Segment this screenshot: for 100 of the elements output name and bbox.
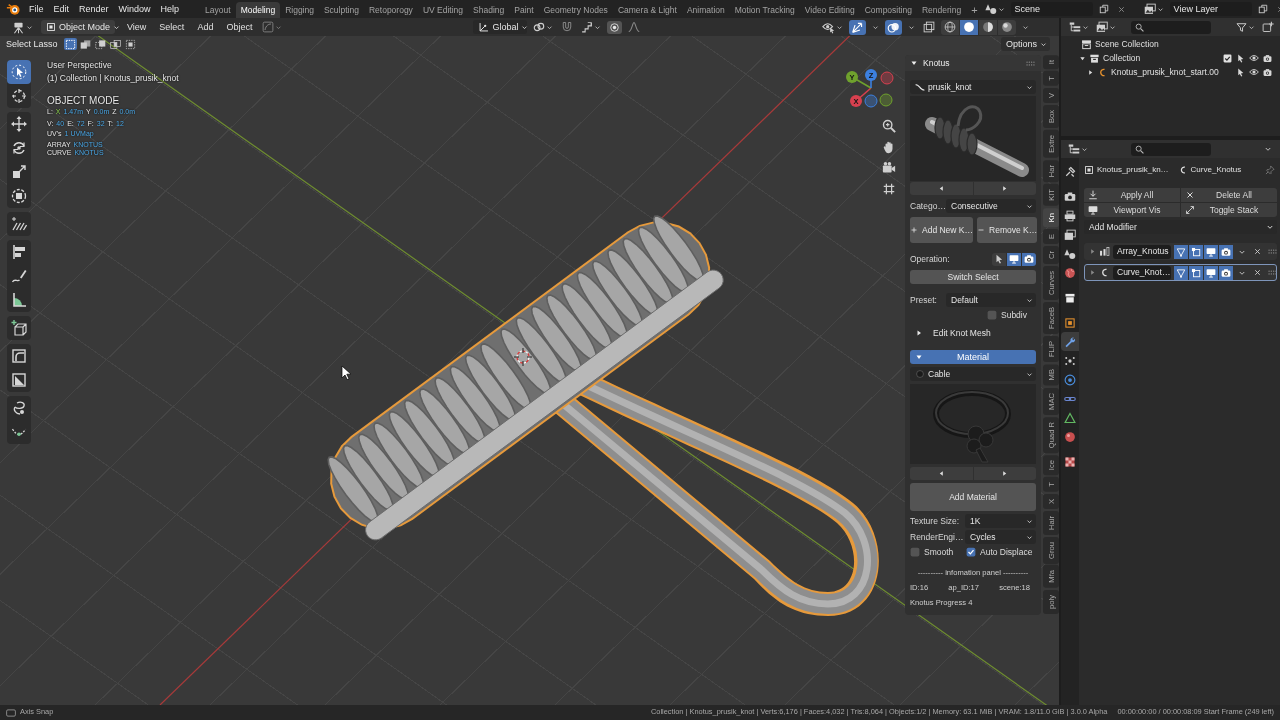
switch-select-button[interactable]: Switch Select: [910, 270, 1036, 284]
tool-button[interactable]: [7, 212, 31, 236]
subpanel-header[interactable]: Edit Knot Mesh: [910, 326, 1036, 341]
menu-item[interactable]: View: [122, 21, 152, 33]
workspace-tab[interactable]: Shading: [468, 1, 510, 18]
action-button[interactable]: Apply All: [1084, 188, 1180, 202]
checked-box-icon[interactable]: [1223, 53, 1232, 63]
operation-toggle[interactable]: [1007, 252, 1021, 266]
axis-button[interactable]: [879, 93, 893, 107]
menu-item[interactable]: Object: [221, 21, 258, 33]
select-mode-button[interactable]: [93, 38, 107, 50]
action-button[interactable]: Delete All: [1181, 188, 1277, 202]
modifier-name-field[interactable]: Array_Knotus: [1113, 244, 1171, 259]
select-mode-button[interactable]: [123, 38, 137, 50]
render-engine-dropdown[interactable]: Cycles: [965, 530, 1036, 545]
workspace-tab[interactable]: UV Editing: [417, 1, 469, 18]
shading-button[interactable]: [941, 19, 959, 35]
workspace-tab[interactable]: Camera & Light: [612, 1, 682, 18]
filter-button[interactable]: [1234, 20, 1257, 34]
select-mode-button[interactable]: [63, 38, 77, 50]
menu-item[interactable]: Select: [154, 21, 190, 33]
workspace-tab[interactable]: Rigging: [280, 1, 319, 18]
workspace-tab[interactable]: Motion Tracking: [729, 1, 800, 18]
action-button[interactable]: Viewport Vis: [1084, 203, 1180, 217]
workspace-tab[interactable]: Retoporogy: [363, 1, 418, 18]
gizmo-toggle[interactable]: [849, 19, 866, 35]
triangle-down-icon[interactable]: [1079, 54, 1086, 62]
menu-item[interactable]: Add: [192, 21, 219, 33]
subpanel-header[interactable]: Material: [910, 350, 1036, 365]
options-dropdown[interactable]: Options: [1000, 37, 1050, 51]
workspace-tab[interactable]: Animation: [681, 1, 730, 18]
ortho-toggle-button[interactable]: [881, 181, 897, 197]
modifier-name-field[interactable]: Curve_Knot…: [1113, 265, 1171, 280]
shading-button[interactable]: [960, 19, 978, 35]
proportional-toggle[interactable]: [607, 20, 623, 34]
operation-toggle[interactable]: [992, 252, 1006, 266]
modifier-toggle[interactable]: [1174, 265, 1188, 280]
modifier-toggle[interactable]: [1189, 265, 1203, 280]
modifier-toggle[interactable]: [1204, 265, 1218, 280]
tool-button[interactable]: [7, 60, 31, 84]
add-workspace-button[interactable]: +: [966, 2, 983, 18]
modifier-toggle[interactable]: [1189, 244, 1203, 259]
smooth-checkbox[interactable]: Smooth: [910, 547, 966, 558]
grip-dots-icon[interactable]: [1267, 267, 1278, 278]
search-field[interactable]: [1131, 20, 1211, 34]
menu-item[interactable]: Edit: [48, 3, 75, 15]
zoom-button[interactable]: [881, 118, 897, 134]
pin-button[interactable]: [1263, 164, 1277, 176]
category-dropdown[interactable]: Consecutive: [946, 199, 1036, 213]
material-dropdown[interactable]: Cable: [910, 367, 1036, 382]
filter-view-button[interactable]: [1094, 20, 1118, 34]
display-mode-button[interactable]: [1067, 20, 1091, 34]
camera-icon[interactable]: [1263, 67, 1272, 77]
tree-item[interactable]: Collection: [1103, 52, 1141, 64]
add-modifier-dropdown[interactable]: Add Modifier: [1084, 220, 1277, 234]
search-field[interactable]: [1131, 142, 1211, 156]
workspace-tab[interactable]: Geometry Nodes: [538, 1, 613, 18]
tool-button[interactable]: [7, 316, 31, 340]
workspace-tab[interactable]: Compositing: [859, 1, 917, 18]
add-knot-button[interactable]: Add New K…: [910, 217, 974, 243]
workspace-tab[interactable]: Modeling: [235, 1, 281, 18]
menu-item[interactable]: Help: [155, 3, 185, 15]
modifier-toggle[interactable]: [1219, 244, 1233, 259]
modifier-panel[interactable]: Curve_Knot…: [1084, 264, 1277, 281]
tree-item[interactable]: Scene Collection: [1095, 38, 1159, 50]
select-mode-button[interactable]: [108, 38, 122, 50]
workspace-tab[interactable]: Layout: [200, 1, 236, 18]
auto-displace-checkbox[interactable]: Auto Displace: [966, 547, 1033, 558]
scene-field[interactable]: Scene: [1010, 2, 1093, 16]
workspace-tab[interactable]: Video Editing: [799, 1, 860, 18]
select-mode-button[interactable]: [78, 38, 92, 50]
triangle-right-icon[interactable]: [1087, 68, 1094, 76]
preset-dropdown[interactable]: Default: [946, 293, 1036, 307]
orientation-dropdown[interactable]: Global: [473, 20, 528, 34]
operation-toggle[interactable]: [1022, 252, 1036, 266]
menu-item[interactable]: Render: [74, 3, 114, 15]
remove-knot-button[interactable]: Remove K…: [977, 217, 1038, 243]
knot-dropdown[interactable]: prusik_knot: [910, 80, 1036, 94]
eye-icon[interactable]: [1249, 53, 1259, 63]
workspace-tab[interactable]: Rendering: [916, 1, 967, 18]
modifier-toggle[interactable]: [1174, 244, 1188, 259]
view-layer-field[interactable]: View Layer: [1169, 2, 1252, 16]
shading-button[interactable]: [998, 19, 1016, 35]
editor-type-button[interactable]: [1066, 142, 1090, 156]
panel-header[interactable]: Knotus: [905, 55, 1041, 71]
workspace-tab[interactable]: Paint: [509, 1, 539, 18]
new-collection-button[interactable]: [1260, 20, 1276, 34]
modifier-toggle[interactable]: [1219, 265, 1233, 280]
overlay-toggle[interactable]: [885, 19, 902, 35]
modifier-panel[interactable]: Array_Knotus: [1084, 243, 1277, 260]
tree-item[interactable]: Knotus_prusik_knot_start.00: [1111, 66, 1219, 78]
grip-dots-icon[interactable]: [1267, 246, 1278, 257]
shading-button[interactable]: [979, 19, 997, 35]
axis-button[interactable]: [864, 94, 878, 108]
texture-size-dropdown[interactable]: 1K: [965, 514, 1036, 529]
workspace-tab[interactable]: Sculpting: [318, 1, 364, 18]
modifier-toggle[interactable]: [1204, 244, 1218, 259]
xray-toggle[interactable]: [921, 20, 937, 34]
menu-item[interactable]: File: [24, 3, 49, 15]
subdiv-checkbox[interactable]: Subdiv: [987, 310, 1027, 321]
